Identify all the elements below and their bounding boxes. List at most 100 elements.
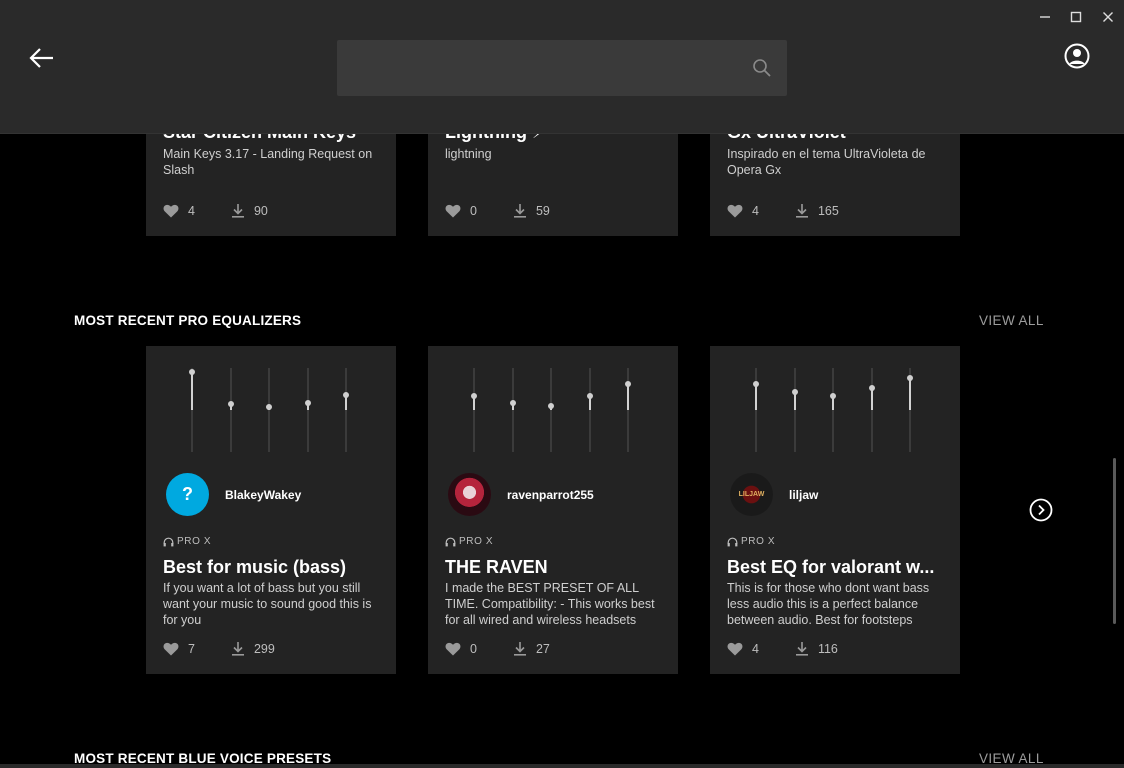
download-icon — [513, 204, 526, 218]
eq-slider-fill — [909, 378, 911, 410]
card-description: I made the BEST PRESET OF ALL TIME. Comp… — [445, 581, 655, 627]
like-count: 7 — [188, 641, 195, 656]
eq-slider-fill — [191, 372, 193, 410]
vertical-scrollbar-thumb[interactable] — [1113, 458, 1116, 624]
like-stat[interactable]: 0 — [445, 642, 477, 656]
card-description: If you want a lot of bass but you still … — [163, 581, 372, 627]
author[interactable]: ? BlakeyWakey — [166, 473, 301, 516]
eq-slider-knob — [753, 380, 759, 387]
eq-slider-knob — [868, 385, 875, 392]
avatar: ? — [166, 473, 209, 516]
like-stat[interactable]: 4 — [163, 204, 195, 218]
download-count: 116 — [817, 641, 838, 656]
like-stat[interactable]: 0 — [445, 204, 477, 218]
eq-slider-knob — [471, 392, 477, 399]
download-stat[interactable]: 90 — [231, 203, 268, 218]
eq-slider-track — [870, 368, 873, 452]
username: ravenparrot255 — [507, 487, 594, 502]
eq-slider-knob — [907, 375, 913, 382]
eq-preview — [730, 366, 930, 456]
card-stats: 7 299 — [163, 641, 275, 656]
minimize-icon[interactable] — [1035, 8, 1055, 26]
download-icon — [231, 642, 244, 656]
username: liljaw — [789, 487, 819, 502]
eq-slider-track — [306, 368, 309, 452]
eq-slider-track — [345, 368, 347, 452]
card-stats: 0 59 — [445, 203, 550, 218]
download-stat[interactable]: 299 — [231, 641, 275, 656]
card-title: THE RAVEN — [445, 557, 548, 577]
download-stat[interactable]: 165 — [795, 203, 839, 218]
like-stat[interactable]: 4 — [727, 642, 759, 656]
username: BlakeyWakey — [225, 487, 302, 502]
eq-slider-track — [588, 368, 591, 452]
section-title-equalizers: MOST RECENT PRO EQUALIZERS — [74, 313, 302, 328]
heart-icon — [445, 204, 461, 217]
eq-slider-knob — [625, 380, 631, 387]
eq-slider-track — [229, 368, 232, 452]
heart-icon — [163, 642, 179, 655]
eq-slider-knob — [830, 392, 836, 399]
eq-slider-track — [473, 368, 475, 452]
headset-icon — [727, 537, 738, 546]
arrow-left-icon[interactable] — [28, 44, 56, 72]
avatar-logo-text: LILJAW — [738, 491, 765, 498]
search-input[interactable] — [337, 40, 737, 96]
device-label: PRO X — [741, 536, 776, 547]
download-stat[interactable]: 116 — [795, 641, 838, 656]
user-circle-icon[interactable] — [1064, 43, 1090, 69]
download-count: 59 — [535, 203, 550, 218]
eq-slider-knob — [791, 388, 798, 395]
heart-icon — [727, 204, 743, 217]
download-stat[interactable]: 59 — [513, 203, 550, 218]
device-tag: PRO X — [727, 536, 775, 547]
device-label: PRO X — [177, 536, 212, 547]
headset-icon — [163, 537, 174, 546]
card-stats: 4 116 — [727, 641, 838, 656]
download-count: 27 — [535, 641, 550, 656]
top-bar — [0, 0, 1124, 134]
download-count: 90 — [253, 203, 268, 218]
eq-slider-track — [793, 368, 796, 452]
download-count: 299 — [253, 641, 275, 656]
eq-slider-fill — [870, 388, 873, 410]
chevron-right-circle-icon[interactable] — [1029, 498, 1053, 522]
search-icon[interactable] — [751, 57, 773, 79]
eq-slider-knob — [586, 392, 593, 399]
maximize-icon[interactable] — [1066, 8, 1086, 26]
author[interactable]: LILJAW liljaw — [730, 473, 818, 516]
card-stats: 0 27 — [445, 641, 550, 656]
equalizer-card-3[interactable]: LILJAW liljaw PRO X Best EQ for valorant… — [710, 346, 960, 674]
avatar — [448, 473, 491, 516]
download-stat[interactable]: 27 — [513, 641, 550, 656]
close-icon[interactable] — [1098, 8, 1118, 26]
heart-icon — [727, 642, 743, 655]
eq-slider-fill — [755, 383, 757, 410]
card-stats: 4 165 — [727, 203, 839, 218]
download-icon — [231, 204, 244, 218]
avatar: LILJAW — [730, 473, 773, 516]
author[interactable]: ravenparrot255 — [448, 473, 594, 516]
view-all-equalizers-link[interactable]: VIEW ALL — [979, 313, 1044, 328]
card-description: This is for those who dont want bass les… — [727, 581, 930, 627]
eq-preview — [166, 366, 366, 456]
eq-slider-track — [511, 368, 514, 452]
search-bar[interactable] — [337, 40, 787, 96]
card-description: Inspirado en el tema UltraVioleta de Ope… — [727, 147, 926, 177]
equalizer-card-1[interactable]: ? BlakeyWakey PRO X Best for music (bass… — [146, 346, 396, 674]
like-count: 0 — [470, 203, 477, 218]
eq-slider-knob — [304, 400, 311, 407]
eq-preview — [448, 366, 648, 456]
device-label: PRO X — [459, 536, 494, 547]
eq-slider-knob — [189, 369, 195, 376]
like-stat[interactable]: 7 — [163, 642, 195, 656]
card-description: lightning — [445, 147, 492, 161]
horizontal-scrollbar[interactable] — [0, 764, 1124, 768]
download-icon — [513, 642, 526, 656]
eq-slider-knob — [343, 391, 349, 398]
equalizer-card-2[interactable]: ravenparrot255 PRO X THE RAVEN I made th… — [428, 346, 678, 674]
like-count: 4 — [752, 203, 759, 218]
like-stat[interactable]: 4 — [727, 204, 759, 218]
device-tag: PRO X — [445, 536, 493, 547]
eq-slider-track — [268, 368, 270, 452]
